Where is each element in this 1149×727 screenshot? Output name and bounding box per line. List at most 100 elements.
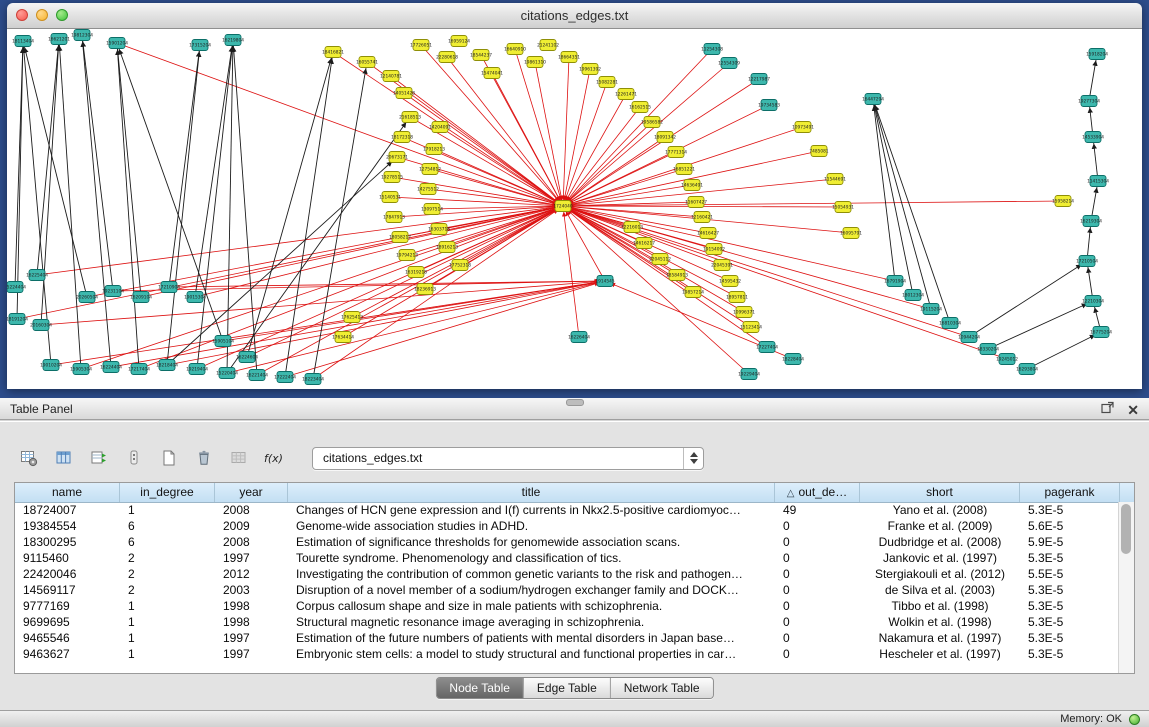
tab-node-table[interactable]: Node Table <box>436 678 523 698</box>
network-node[interactable]: 17771314 <box>665 147 687 158</box>
network-node[interactable]: 16640910 <box>504 44 526 55</box>
network-node[interactable]: 15140531 <box>379 192 401 203</box>
network-node[interactable]: 17227404 <box>756 342 778 353</box>
network-node[interactable]: 19010204 <box>40 360 62 371</box>
column-header-short[interactable]: short <box>860 483 1020 502</box>
network-node[interactable]: 18218404 <box>156 360 178 371</box>
network-node[interactable]: 18330204 <box>977 344 999 355</box>
table-selector-combobox[interactable]: citations_edges.txt <box>312 447 704 470</box>
network-node[interactable]: 15123414 <box>740 322 762 333</box>
network-node[interactable]: 17726051 <box>410 40 432 51</box>
window-titlebar[interactable]: citations_edges.txt <box>7 3 1142 29</box>
tab-edge-table[interactable]: Edge Table <box>523 678 610 698</box>
network-node[interactable]: 15905304 <box>70 364 92 375</box>
network-node[interactable]: 10973491 <box>792 122 814 133</box>
network-node[interactable]: 18012304 <box>902 290 924 301</box>
network-node[interactable]: 15224404 <box>7 282 26 293</box>
network-node[interactable]: 19115204 <box>920 304 942 315</box>
network-node[interactable]: 12216013 <box>621 222 643 233</box>
close-window-button[interactable] <box>16 9 28 21</box>
panel-resize-handle[interactable] <box>566 399 584 406</box>
network-node[interactable]: 16851221 <box>673 164 695 175</box>
network-canvas[interactable]: 1724040184168211605574112140781140514281… <box>7 29 1142 389</box>
network-node[interactable]: 14051428 <box>393 88 415 99</box>
import-table-button[interactable] <box>226 446 252 470</box>
network-node[interactable]: 16447294 <box>862 94 884 105</box>
network-node[interactable]: 10996371 <box>733 307 755 318</box>
network-node[interactable]: 21618513 <box>399 112 421 123</box>
network-node[interactable]: 14533904 <box>1082 132 1104 143</box>
network-node[interactable]: 22280618 <box>436 52 458 63</box>
network-node[interactable]: 15905104 <box>212 336 234 347</box>
column-header-title[interactable]: title <box>288 483 775 502</box>
network-node[interactable]: 14636491 <box>681 180 703 191</box>
tab-network-table[interactable]: Network Table <box>610 678 713 698</box>
column-header-name[interactable]: name <box>15 483 120 502</box>
network-node[interactable]: 16225404 <box>26 270 48 281</box>
column-header-in_degree[interactable]: in_degree <box>120 483 215 502</box>
network-node[interactable]: 7485081 <box>809 146 828 157</box>
network-node[interactable]: 19219404 <box>186 364 208 375</box>
close-panel-button[interactable]: ✕ <box>1127 403 1139 417</box>
network-node[interactable]: 12261471 <box>615 89 637 100</box>
network-node[interactable]: 12217987 <box>748 74 770 85</box>
network-node[interactable]: 14616427 <box>697 228 719 239</box>
network-node[interactable]: 15958214 <box>1052 196 1074 207</box>
network-node[interactable]: 17315204 <box>189 40 211 51</box>
network-node[interactable]: 19277304 <box>1078 96 1100 107</box>
network-node[interactable]: 12160421 <box>691 212 713 223</box>
network-node[interactable]: 12210304 <box>1082 296 1104 307</box>
create-column-button[interactable] <box>156 446 182 470</box>
network-node[interactable]: 17847913 <box>383 212 405 223</box>
network-node[interactable]: 11254308 <box>701 44 723 55</box>
edit-columns-button[interactable] <box>86 446 112 470</box>
network-node[interactable]: 20160304 <box>30 320 52 331</box>
zoom-window-button[interactable] <box>56 9 68 21</box>
network-node[interactable]: 16219804 <box>222 35 244 46</box>
network-node[interactable]: 16791904 <box>884 276 906 287</box>
table-row[interactable]: 1938455462009Genome-wide association stu… <box>15 518 1119 534</box>
network-node[interactable]: 18664351 <box>558 52 580 63</box>
row-tools-button[interactable] <box>121 446 147 470</box>
network-node[interactable]: 18172318 <box>391 132 413 143</box>
network-node[interactable]: 11415304 <box>1087 176 1109 187</box>
float-panel-button[interactable] <box>1101 401 1115 419</box>
table-row[interactable]: 911546021997Tourette syndrome. Phenomeno… <box>15 550 1119 566</box>
network-node[interactable]: 20673171 <box>386 152 408 163</box>
network-node[interactable]: 13097514 <box>421 204 443 215</box>
network-node[interactable]: 22045112 <box>649 254 671 265</box>
network-node[interactable]: 18584913 <box>666 270 688 281</box>
network-node[interactable]: 17918213 <box>423 144 445 155</box>
network-node[interactable]: 14275512 <box>417 184 439 195</box>
column-header-out_degree[interactable]: △out_de… <box>775 483 860 502</box>
network-node[interactable]: 17634414 <box>332 332 354 343</box>
network-node[interactable]: 14204091 <box>429 122 451 133</box>
network-node[interactable]: 16221404 <box>246 370 268 381</box>
table-scrollbar[interactable] <box>1118 502 1134 673</box>
network-node[interactable]: 17217404 <box>128 364 150 375</box>
network-node[interactable]: 19229404 <box>738 369 760 380</box>
table-row[interactable]: 969969511998Structural magnetic resonanc… <box>15 614 1119 630</box>
network-node[interactable]: 15901204 <box>106 38 128 49</box>
column-header-pagerank[interactable]: pagerank <box>1020 483 1120 502</box>
network-node[interactable]: 16775204 <box>1090 327 1112 338</box>
network-node[interactable]: 18228404 <box>782 354 804 365</box>
network-node[interactable]: 19961392 <box>579 64 601 75</box>
network-node[interactable]: 19586582 <box>641 117 663 128</box>
network-node[interactable]: 16219304 <box>1080 216 1102 227</box>
network-node[interactable]: 1724040 <box>553 201 572 212</box>
network-node[interactable]: 16810304 <box>939 318 961 329</box>
network-node[interactable]: 17752318 <box>449 260 471 271</box>
table-row[interactable]: 946362711997Embryonic stem cells: a mode… <box>15 646 1119 662</box>
network-node[interactable]: 12754812 <box>419 164 441 175</box>
network-node[interactable]: 19154092 <box>703 244 725 255</box>
network-node[interactable]: 11544691 <box>824 174 846 185</box>
network-node[interactable]: 15220404 <box>216 368 238 379</box>
network-node[interactable]: 18223404 <box>302 374 324 385</box>
network-node[interactable]: 19794213 <box>396 250 418 261</box>
network-node[interactable]: 19857214 <box>682 287 704 298</box>
network-node[interactable]: 17625413 <box>341 312 363 323</box>
network-node[interactable]: 16303718 <box>428 224 450 235</box>
network-node[interactable]: 18916213 <box>436 242 458 253</box>
network-node[interactable]: 18091342 <box>654 132 676 143</box>
